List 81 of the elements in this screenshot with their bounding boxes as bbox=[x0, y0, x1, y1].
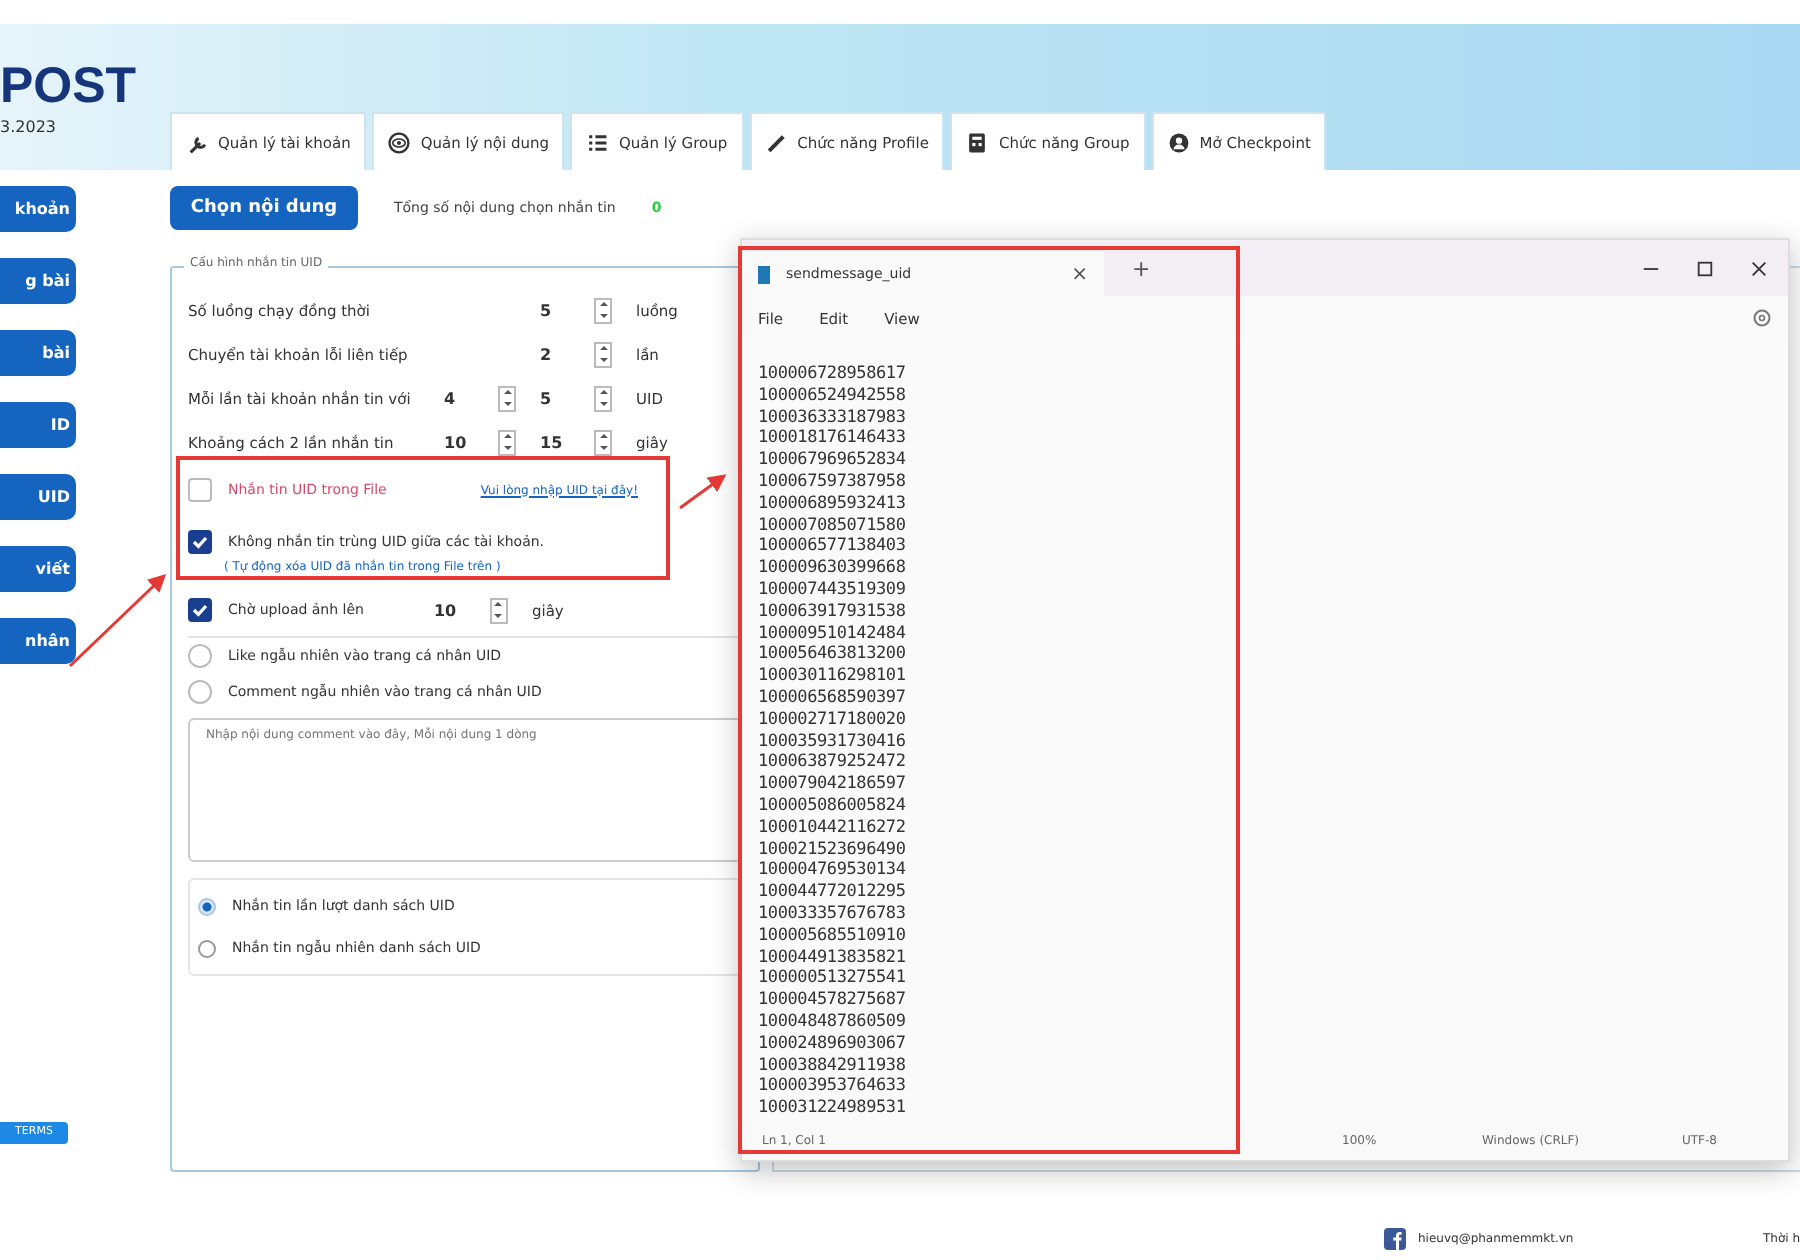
text-line: 100031224989531 bbox=[758, 1098, 908, 1120]
text-line: 100006895932413 bbox=[758, 493, 908, 516]
text-line: 100006577138403 bbox=[758, 536, 908, 559]
value-field[interactable]: 2 bbox=[540, 345, 594, 363]
facebook-icon[interactable] bbox=[1384, 1227, 1406, 1249]
spin-arrows-icon[interactable] bbox=[489, 597, 508, 623]
text-line: 100067969652834 bbox=[758, 450, 908, 472]
text-line: 100002717180020 bbox=[758, 709, 908, 732]
close-icon[interactable] bbox=[1750, 259, 1768, 277]
value-field[interactable]: 10 bbox=[433, 601, 490, 619]
text-line: 100006568590397 bbox=[758, 687, 908, 710]
text-line: 100033357676783 bbox=[758, 903, 908, 926]
wrench-icon bbox=[186, 131, 208, 153]
logo-text: POST bbox=[0, 60, 139, 112]
text-line: 100063917931538 bbox=[758, 601, 908, 624]
text-line: 100024896903067 bbox=[758, 1033, 908, 1055]
value-field[interactable]: 5 bbox=[540, 301, 594, 319]
value-field[interactable]: 15 bbox=[540, 433, 594, 451]
radio-button[interactable] bbox=[198, 897, 216, 915]
text-line: 100010442116272 bbox=[758, 817, 908, 840]
text-line: 100007085071580 bbox=[758, 515, 908, 537]
round-checkbox[interactable] bbox=[188, 680, 212, 704]
sidebar-button[interactable]: viết bbox=[0, 546, 76, 592]
spin-arrows-icon[interactable] bbox=[498, 429, 516, 455]
text-line: 100044913835821 bbox=[758, 947, 908, 969]
text-line: 100018176146433 bbox=[758, 428, 908, 451]
spin-arrows-icon[interactable] bbox=[594, 297, 612, 323]
text-line: 100056463813200 bbox=[758, 644, 908, 667]
text-line: 100021523696490 bbox=[758, 839, 908, 861]
text-line: 100006728958617 bbox=[758, 364, 908, 386]
sidebar-button[interactable]: UID bbox=[0, 474, 76, 520]
round-checkbox[interactable] bbox=[188, 644, 212, 668]
text-line: 100036333187983 bbox=[758, 407, 908, 429]
value-field[interactable]: 5 bbox=[540, 389, 594, 407]
spin-arrows-icon[interactable] bbox=[498, 385, 516, 411]
eye-icon bbox=[388, 131, 411, 153]
settings-icon[interactable] bbox=[1752, 308, 1772, 328]
annotation-arrow bbox=[68, 573, 167, 668]
calculator-icon bbox=[966, 131, 989, 153]
text-line: 100004578275687 bbox=[758, 990, 908, 1012]
checkbox[interactable] bbox=[188, 478, 212, 502]
text-line: 100038842911938 bbox=[758, 1055, 908, 1077]
text-line: 100067597387958 bbox=[758, 471, 908, 494]
spin-arrows-icon[interactable] bbox=[594, 429, 612, 455]
text-line: 100003953764633 bbox=[758, 1076, 908, 1099]
text-line: 100009510142484 bbox=[758, 623, 908, 645]
checkbox[interactable] bbox=[188, 598, 212, 622]
document-icon bbox=[758, 265, 770, 283]
text-line: 100044772012295 bbox=[758, 882, 908, 904]
text-line: 100000513275541 bbox=[758, 968, 908, 991]
sidebar-button[interactable]: ID bbox=[0, 402, 76, 448]
text-line: 100004769530134 bbox=[758, 860, 908, 883]
sidebar-button[interactable]: khoản bbox=[0, 186, 76, 232]
value-field[interactable]: 4 bbox=[444, 389, 498, 407]
text-line: 100048487860509 bbox=[758, 1011, 908, 1034]
spin-arrows-icon[interactable] bbox=[594, 385, 612, 411]
list-icon bbox=[586, 131, 609, 153]
sidebar-button[interactable]: nhân bbox=[0, 618, 76, 664]
text-line: 100006524942558 bbox=[758, 385, 908, 408]
choose-content-button[interactable]: Chọn nội dung bbox=[170, 186, 358, 230]
new-tab-button[interactable]: + bbox=[1132, 255, 1151, 281]
user-icon bbox=[1167, 131, 1190, 153]
text-line: 100035931730416 bbox=[758, 731, 908, 753]
tab-close-button[interactable]: × bbox=[1071, 263, 1088, 285]
sidebar-button[interactable]: bài bbox=[0, 330, 76, 376]
text-line: 100030116298101 bbox=[758, 666, 908, 688]
text-line: 100007443519309 bbox=[758, 579, 908, 602]
text-line: 100009630399668 bbox=[758, 558, 908, 580]
text-line: 100005086005824 bbox=[758, 795, 908, 818]
pencil-icon bbox=[765, 131, 788, 153]
text-line: 100079042186597 bbox=[758, 774, 908, 796]
radio-button[interactable] bbox=[198, 939, 216, 957]
text-line: 100063879252472 bbox=[758, 752, 908, 775]
text-line: 100005685510910 bbox=[758, 925, 908, 948]
sidebar-button[interactable]: g bài bbox=[0, 258, 76, 304]
spin-arrows-icon[interactable] bbox=[594, 341, 612, 367]
checkbox[interactable] bbox=[188, 530, 212, 554]
maximize-icon[interactable] bbox=[1696, 259, 1714, 277]
annotation-arrow bbox=[679, 474, 727, 510]
version-label: 3.2023 bbox=[0, 118, 58, 136]
value-field[interactable]: 10 bbox=[444, 433, 498, 451]
